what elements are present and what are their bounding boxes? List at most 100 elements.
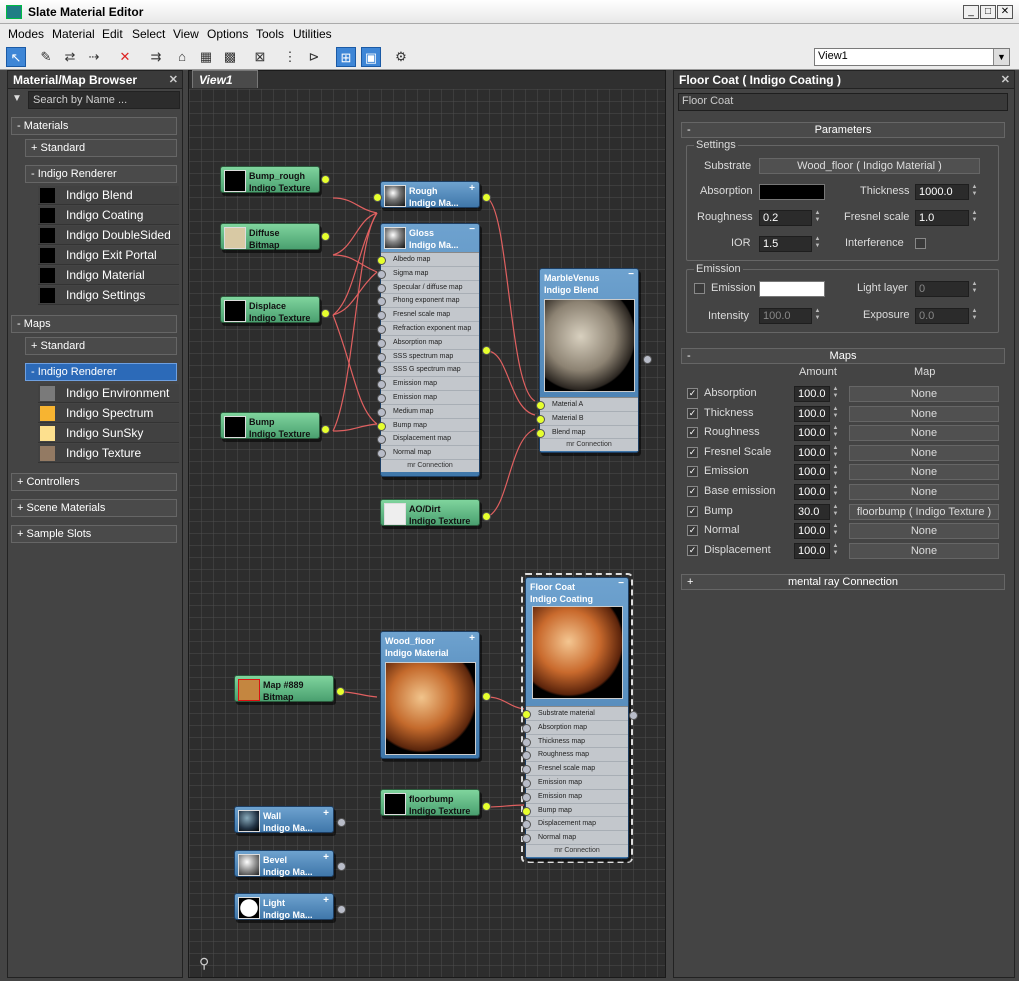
map-enable-checkbox[interactable]: ✓	[687, 525, 698, 537]
node-floor-coat[interactable]: Floor Coat Indigo Coating − Substrate mat…	[522, 577, 629, 859]
spinner-icon[interactable]: ▲ ▼	[970, 281, 979, 297]
map-enable-checkbox[interactable]: ✓	[687, 544, 698, 556]
spinner-icon[interactable]: ▲ ▼	[831, 445, 840, 461]
slot[interactable]: Displacement map	[377, 432, 479, 447]
node-bump[interactable]: Bump Indigo Texture	[220, 412, 320, 439]
assign-material-icon[interactable]: ⇢	[84, 47, 104, 67]
slot[interactable]: Bump map	[522, 804, 628, 818]
map-slot-button[interactable]: None	[849, 542, 999, 559]
emission-checkbox[interactable]	[694, 283, 705, 294]
select-tool-icon[interactable]: ↖	[6, 47, 26, 67]
map-slot-button[interactable]: None	[849, 523, 999, 540]
map-slot-button[interactable]: None	[849, 444, 999, 461]
slot[interactable]: Normal map	[522, 831, 628, 845]
spinner-icon[interactable]: ▲ ▼	[813, 236, 822, 252]
slot[interactable]: Blend map	[536, 426, 638, 440]
spinner-icon[interactable]: ▲ ▼	[831, 464, 840, 480]
node-light[interactable]: Light Indigo Ma... +	[234, 893, 334, 920]
browser-options-icon[interactable]: ▼	[12, 93, 22, 104]
node-map889[interactable]: Map #889 Bitmap	[234, 675, 334, 702]
node-displace[interactable]: Displace Indigo Texture	[220, 296, 320, 323]
group-maps[interactable]: - Maps	[11, 315, 177, 333]
slot[interactable]: Material A	[536, 398, 638, 412]
slot[interactable]: Emission map	[522, 776, 628, 790]
map-slot-button[interactable]: None	[849, 425, 999, 442]
fresnel-field[interactable]: 1.0	[915, 210, 969, 226]
hide-unused-icon[interactable]: ⌂	[172, 47, 192, 67]
list-item[interactable]: Indigo Blend	[38, 186, 179, 205]
material-name-field[interactable]: Floor Coat	[678, 93, 1008, 111]
slot[interactable]: Emission map	[522, 790, 628, 804]
select-by-material-icon[interactable]: ⚙	[391, 47, 411, 67]
menu-select[interactable]: Select	[132, 27, 165, 41]
list-item[interactable]: Indigo Spectrum	[38, 404, 179, 423]
collapse-icon[interactable]: −	[628, 269, 634, 280]
show-map-icon[interactable]: ▦	[196, 47, 216, 67]
view-selector[interactable]: View1 ▼	[814, 48, 1010, 66]
group-maps-standard[interactable]: + Standard	[25, 337, 177, 355]
output-port[interactable]	[321, 175, 330, 184]
show-background-icon[interactable]: ▩	[220, 47, 240, 67]
menu-material[interactable]: Material	[52, 27, 95, 41]
list-item[interactable]: Indigo Environment	[38, 384, 179, 403]
spinner-icon[interactable]: ▲ ▼	[813, 210, 822, 226]
slot[interactable]: Roughness map	[522, 748, 628, 763]
put-material-icon[interactable]: ⇄	[60, 47, 80, 67]
map-amount-field[interactable]: 100.0	[794, 386, 830, 402]
slot[interactable]: Thickness map	[522, 735, 628, 749]
map-amount-field[interactable]: 100.0	[794, 542, 830, 559]
maximize-icon[interactable]: □	[980, 5, 996, 19]
map-enable-checkbox[interactable]: ✓	[687, 407, 698, 419]
slot[interactable]: Phong exponent map	[377, 294, 479, 309]
ior-field[interactable]: 1.5	[759, 236, 812, 252]
slot[interactable]: Refraction exponent map	[377, 322, 479, 336]
map-slot-button[interactable]: None	[849, 386, 999, 402]
map-enable-checkbox[interactable]: ✓	[687, 466, 698, 478]
node-bevel[interactable]: Bevel Indigo Ma... +	[234, 850, 334, 877]
menu-options[interactable]: Options	[207, 27, 248, 41]
map-enable-checkbox[interactable]: ✓	[687, 388, 698, 399]
node-diffuse[interactable]: Diffuse Bitmap	[220, 223, 320, 250]
group-controllers[interactable]: + Controllers	[11, 473, 177, 491]
output-port[interactable]	[337, 905, 346, 914]
slot[interactable]: SSS G spectrum map	[377, 363, 479, 378]
rollout-mental-ray[interactable]: + mental ray Connection	[681, 574, 1005, 590]
list-item[interactable]: Indigo Material	[38, 266, 179, 285]
map-amount-field[interactable]: 100.0	[794, 484, 830, 500]
output-port[interactable]	[321, 232, 330, 241]
layout-children-icon[interactable]: ⊳	[304, 47, 324, 67]
close-icon[interactable]: ✕	[997, 5, 1013, 19]
list-item[interactable]: Indigo Exit Portal	[38, 246, 179, 265]
node-aodirt[interactable]: AO/Dirt Indigo Texture	[380, 499, 480, 526]
expand-icon[interactable]: +	[323, 895, 329, 906]
slot[interactable]: Normal map	[377, 446, 479, 460]
rollout-maps[interactable]: - Maps	[681, 348, 1005, 364]
emission-color-swatch[interactable]	[759, 281, 825, 297]
group-materials[interactable]: - Materials	[11, 117, 177, 135]
collapse-icon[interactable]: −	[618, 578, 624, 589]
map-enable-checkbox[interactable]: ✓	[687, 446, 698, 458]
expand-icon[interactable]: +	[469, 633, 475, 644]
spinner-icon[interactable]: ▲ ▼	[970, 210, 979, 226]
rollout-parameters[interactable]: - Parameters	[681, 122, 1005, 138]
node-view[interactable]: Bump_rough Indigo Texture Diffuse Bitmap D…	[188, 70, 666, 978]
node-marble-venus[interactable]: MarbleVenus Indigo Blend − Material A Mat…	[536, 268, 639, 453]
menu-edit[interactable]: Edit	[102, 27, 123, 41]
spinner-icon[interactable]: ▲ ▼	[813, 308, 822, 324]
minimize-icon[interactable]: _	[963, 5, 979, 19]
close-icon[interactable]: ✕	[1001, 73, 1010, 86]
spinner-icon[interactable]: ▲ ▼	[970, 308, 979, 324]
spinner-icon[interactable]: ▲ ▼	[831, 543, 840, 559]
chevron-down-icon[interactable]: ▼	[993, 49, 1009, 65]
spinner-icon[interactable]: ▲ ▼	[831, 425, 840, 441]
list-item[interactable]: Indigo Settings	[38, 286, 179, 305]
parameter-editor-icon[interactable]: ▣	[361, 47, 381, 67]
roughness-field[interactable]: 0.2	[759, 210, 812, 226]
group-materials-indigo[interactable]: - Indigo Renderer	[25, 165, 177, 183]
tab-view1[interactable]: View1	[192, 70, 258, 88]
group-scene-materials[interactable]: + Scene Materials	[11, 499, 177, 517]
eyedropper-icon[interactable]: ✎	[36, 47, 56, 67]
light-layer-field[interactable]: 0	[915, 281, 969, 297]
node-wood-floor[interactable]: Wood_floor Indigo Material +	[380, 631, 480, 759]
group-sample-slots[interactable]: + Sample Slots	[11, 525, 177, 543]
